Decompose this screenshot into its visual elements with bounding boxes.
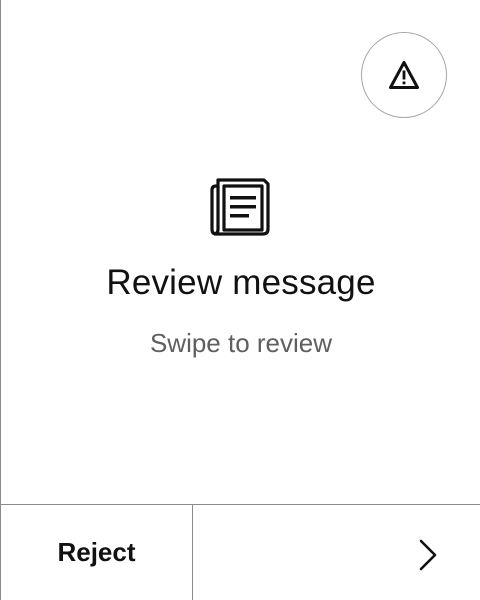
warning-button[interactable]: [361, 32, 447, 118]
review-title: Review message: [106, 263, 376, 302]
next-button[interactable]: [193, 505, 480, 600]
review-subtitle: Swipe to review: [149, 328, 333, 358]
review-screen: Review message Swipe to review Reject: [0, 0, 480, 600]
chevron-right-icon: [419, 539, 437, 571]
message-icon: [210, 178, 270, 236]
warning-icon: [389, 61, 419, 89]
action-footer: Reject: [1, 504, 480, 600]
reject-button[interactable]: Reject: [1, 505, 193, 600]
